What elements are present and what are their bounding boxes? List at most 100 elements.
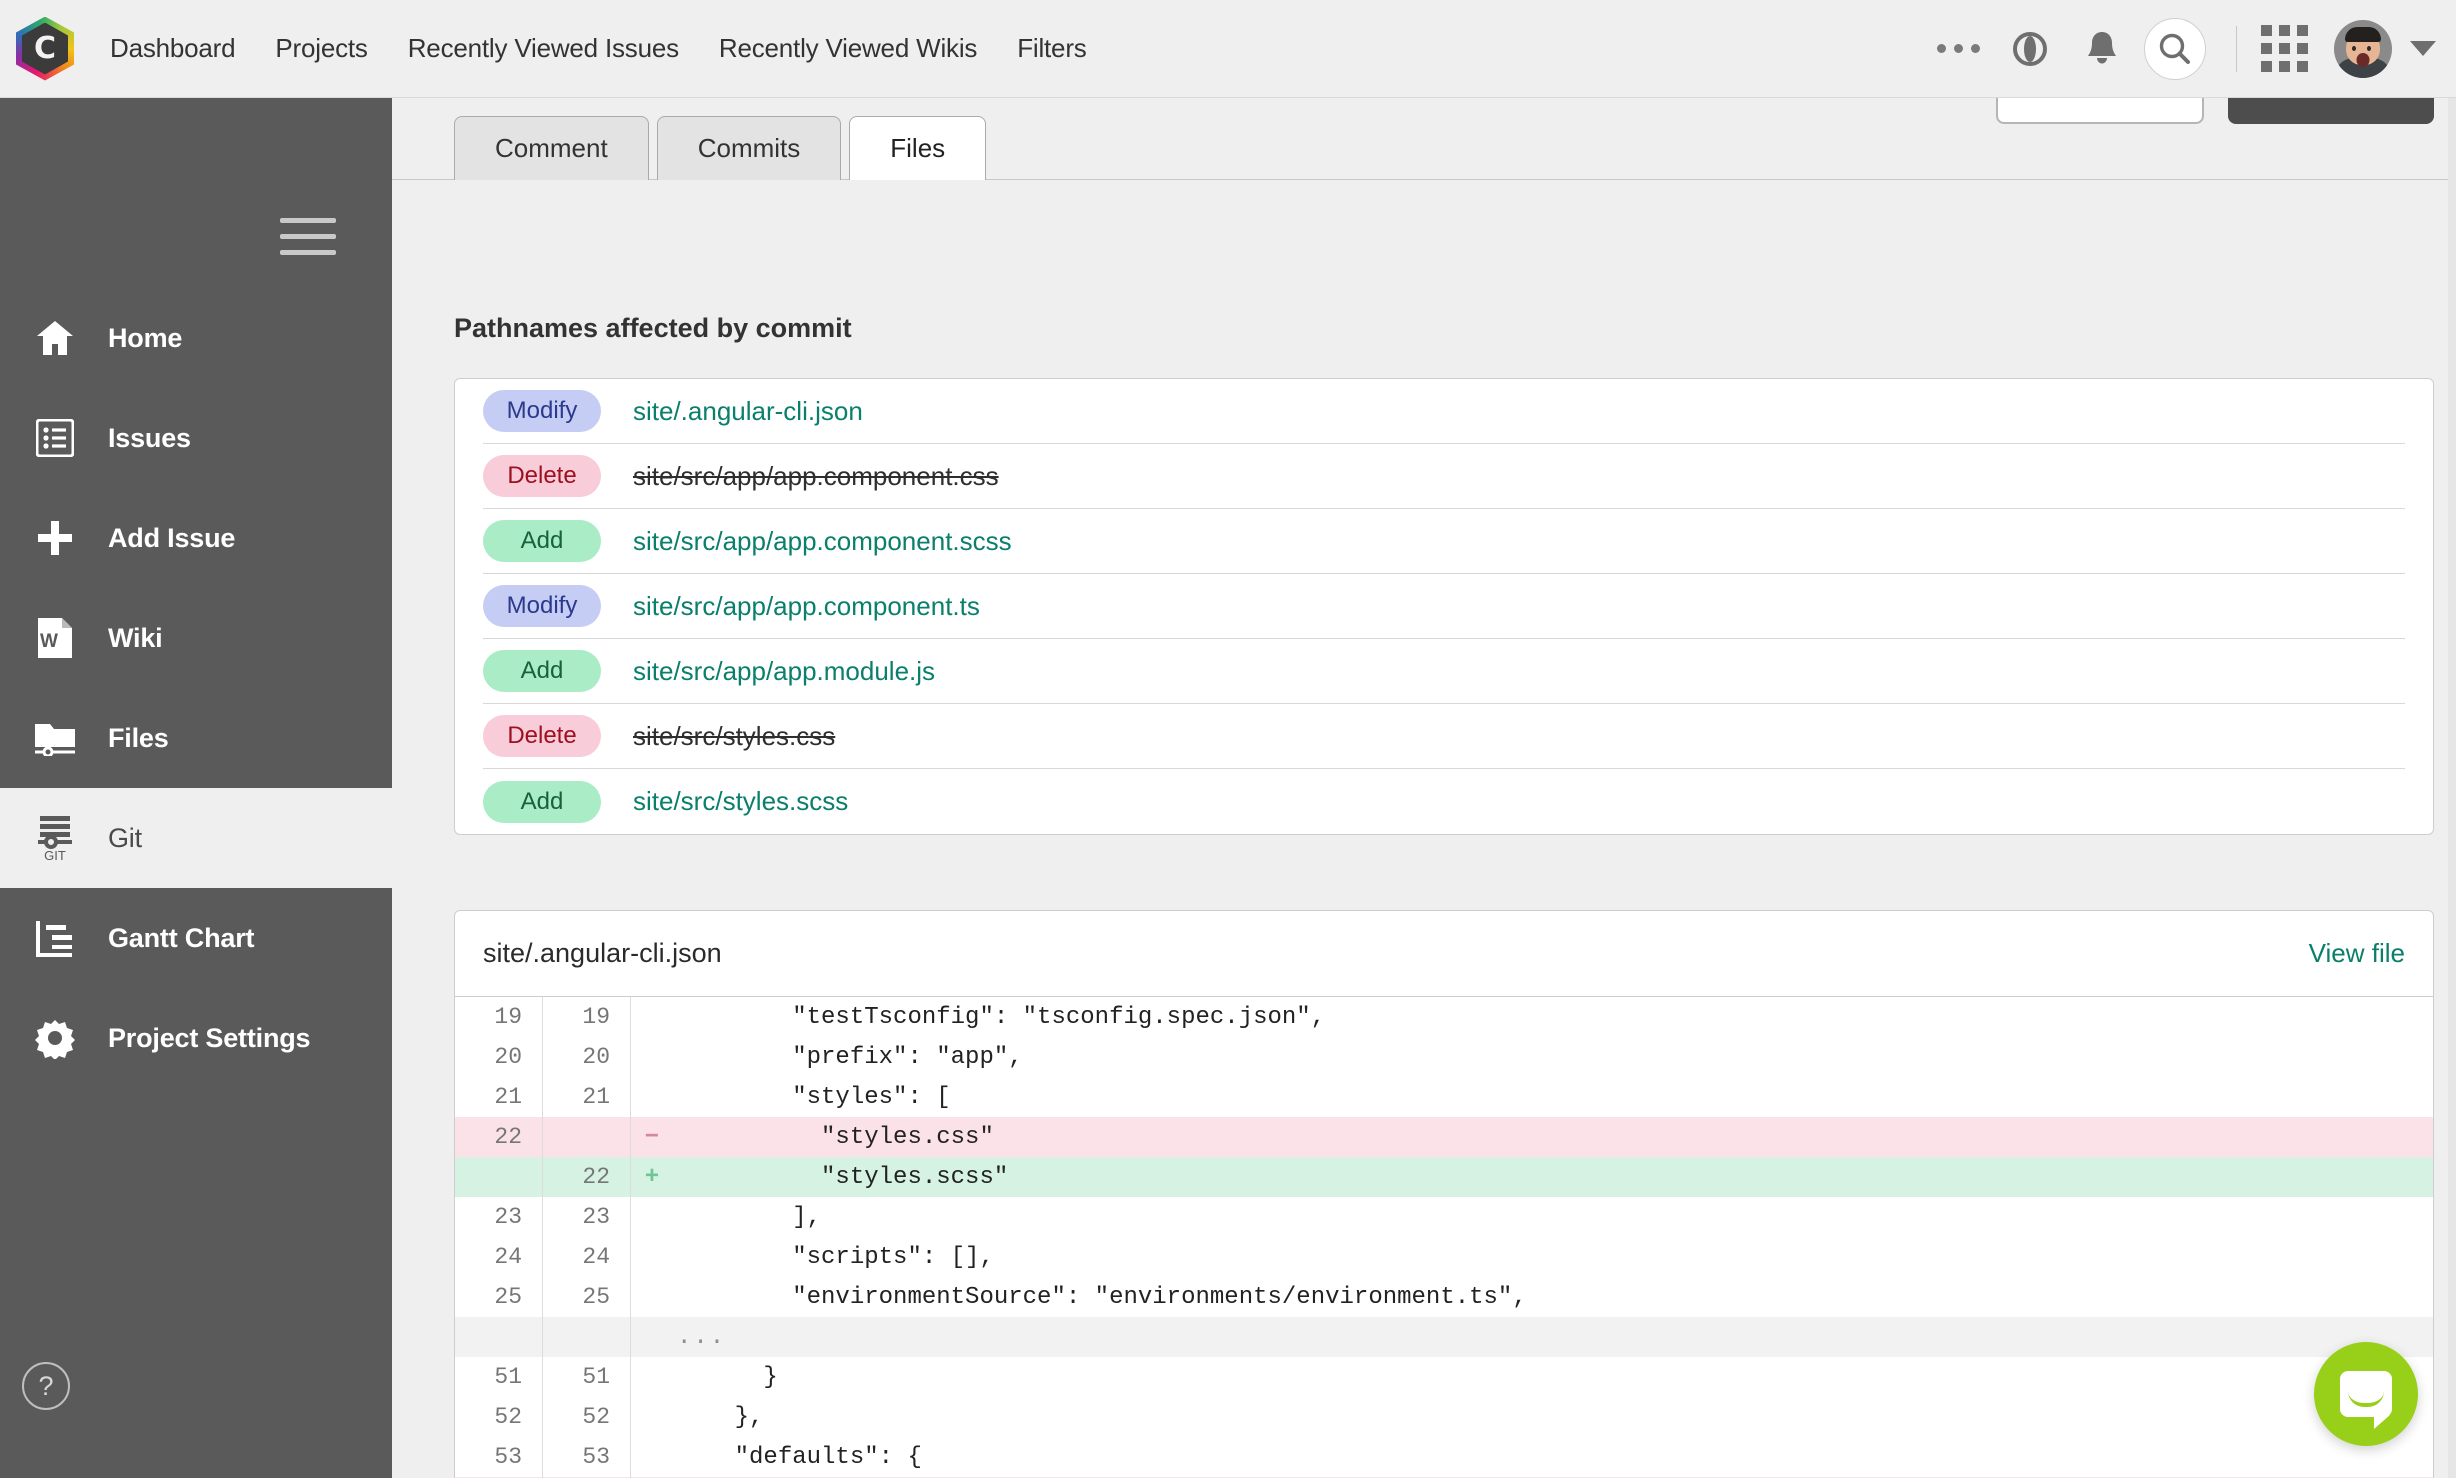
sidebar-item-label: Issues bbox=[108, 423, 191, 454]
wiki-document-icon: W bbox=[22, 618, 88, 658]
tab-comment[interactable]: Comment bbox=[454, 116, 649, 180]
sidebar-item-label: Project Settings bbox=[108, 1023, 310, 1054]
tab-files[interactable]: Files bbox=[849, 116, 986, 180]
diff-new-line-number: 52 bbox=[543, 1397, 631, 1437]
diff-new-line-number bbox=[543, 1317, 631, 1357]
gear-icon bbox=[22, 1017, 88, 1059]
file-path-link[interactable]: site/src/styles.scss bbox=[633, 786, 848, 817]
diff-code-text: "prefix": "app", bbox=[673, 1044, 1023, 1071]
sidebar-item-issues[interactable]: Issues bbox=[0, 388, 392, 488]
avatar[interactable] bbox=[2334, 20, 2392, 78]
search-icon[interactable] bbox=[2144, 18, 2206, 80]
diff-old-line-number: 24 bbox=[455, 1237, 543, 1277]
list-icon bbox=[22, 419, 88, 457]
sidebar-item-label: Wiki bbox=[108, 623, 162, 654]
diff-header: site/.angular-cli.json View file bbox=[455, 911, 2433, 997]
app-logo[interactable]: C bbox=[0, 17, 90, 81]
sidebar-item-files[interactable]: Files bbox=[0, 688, 392, 788]
file-path-link: site/src/styles.css bbox=[633, 721, 835, 752]
diff-new-line-number bbox=[543, 1117, 631, 1157]
diff-old-line-number: 25 bbox=[455, 1277, 543, 1317]
sidebar-item-add-issue[interactable]: Add Issue bbox=[0, 488, 392, 588]
svg-text:W: W bbox=[40, 631, 58, 652]
backlog-hexagon-logo-icon[interactable]: C bbox=[16, 17, 74, 81]
diff-line: 22+ "styles.scss" bbox=[455, 1157, 2433, 1197]
nav-link-filters[interactable]: Filters bbox=[1017, 33, 1086, 64]
diff-line: 1919 "testTsconfig": "tsconfig.spec.json… bbox=[455, 997, 2433, 1037]
diff-code-text: "testTsconfig": "tsconfig.spec.json", bbox=[673, 1004, 1325, 1031]
nav-link-recently-viewed-issues[interactable]: Recently Viewed Issues bbox=[408, 33, 679, 64]
chat-smile bbox=[2348, 1391, 2384, 1407]
table-row[interactable]: Delete site/src/app/app.component.css bbox=[483, 444, 2405, 509]
diff-change-marker: − bbox=[631, 1124, 673, 1151]
file-path-link[interactable]: site/src/app/app.component.scss bbox=[633, 526, 1012, 557]
nav-link-recently-viewed-wikis[interactable]: Recently Viewed Wikis bbox=[719, 33, 977, 64]
nav-link-dashboard[interactable]: Dashboard bbox=[110, 33, 235, 64]
diff-old-line-number: 20 bbox=[455, 1037, 543, 1077]
file-path-link[interactable]: site/.angular-cli.json bbox=[633, 396, 863, 427]
apps-grid-icon[interactable] bbox=[2261, 25, 2308, 72]
table-row[interactable]: Add site/src/app/app.module.js bbox=[483, 639, 2405, 704]
help-button[interactable]: ? bbox=[22, 1362, 70, 1410]
table-row[interactable]: Add site/src/styles.scss bbox=[483, 769, 2405, 834]
table-row[interactable]: Modify site/.angular-cli.json bbox=[483, 379, 2405, 444]
view-file-link[interactable]: View file bbox=[2309, 938, 2405, 969]
header-divider bbox=[2236, 26, 2237, 72]
sidebar-item-wiki[interactable]: W Wiki bbox=[0, 588, 392, 688]
diff-old-line-number: 53 bbox=[455, 1437, 543, 1477]
eye-icon[interactable] bbox=[1994, 13, 2066, 85]
file-path-link[interactable]: site/src/app/app.component.ts bbox=[633, 591, 980, 622]
primary-action-button[interactable] bbox=[2228, 98, 2434, 124]
bell-icon[interactable] bbox=[2066, 13, 2138, 85]
chat-bubble-icon[interactable] bbox=[2314, 1342, 2418, 1446]
diff-line: 2424 "scripts": [], bbox=[455, 1237, 2433, 1277]
hamburger-icon[interactable] bbox=[280, 218, 336, 266]
avatar-eye-right bbox=[2367, 46, 2371, 51]
status-badge: Delete bbox=[483, 715, 601, 757]
sidebar-item-label: Files bbox=[108, 723, 169, 754]
diff-line: 5252 }, bbox=[455, 1397, 2433, 1437]
file-path-link[interactable]: site/src/app/app.module.js bbox=[633, 656, 935, 687]
diff-old-line-number: 22 bbox=[455, 1117, 543, 1157]
chevron-down-icon[interactable] bbox=[2410, 41, 2436, 56]
main-content: Comment Commits Files Pathnames affected… bbox=[392, 98, 2456, 1478]
diff-code-text: "scripts": [], bbox=[673, 1244, 994, 1271]
diff-code-text: }, bbox=[673, 1404, 763, 1431]
diff-old-line-number: 23 bbox=[455, 1197, 543, 1237]
diff-file-name: site/.angular-cli.json bbox=[483, 938, 722, 969]
vertical-scrollbar[interactable] bbox=[2448, 98, 2456, 1478]
diff-line: 22− "styles.css" bbox=[455, 1117, 2433, 1157]
folder-icon bbox=[22, 720, 88, 756]
sidebar-item-home[interactable]: Home bbox=[0, 288, 392, 388]
table-row[interactable]: Add site/src/app/app.component.scss bbox=[483, 509, 2405, 574]
sidebar-item-label: Home bbox=[108, 323, 182, 354]
diff-code-text: "defaults": { bbox=[673, 1444, 922, 1471]
file-path-link: site/src/app/app.component.css bbox=[633, 461, 999, 492]
tab-commits[interactable]: Commits bbox=[657, 116, 842, 180]
page-title: Pathnames affected by commit bbox=[454, 313, 852, 344]
home-icon bbox=[22, 319, 88, 357]
diff-new-line-number: 23 bbox=[543, 1197, 631, 1237]
diff-new-line-number: 51 bbox=[543, 1357, 631, 1397]
diff-old-line-number bbox=[455, 1157, 543, 1197]
diff-new-line-number: 19 bbox=[543, 997, 631, 1037]
plus-icon bbox=[22, 518, 88, 558]
diff-line: 2121 "styles": [ bbox=[455, 1077, 2433, 1117]
more-dots-icon[interactable] bbox=[1922, 13, 1994, 85]
table-row[interactable]: Delete site/src/styles.css bbox=[483, 704, 2405, 769]
diff-old-line-number bbox=[455, 1317, 543, 1357]
nav-link-projects[interactable]: Projects bbox=[275, 33, 367, 64]
sidebar-item-git[interactable]: GIT Git bbox=[0, 788, 392, 888]
diff-code-text: "styles": [ bbox=[673, 1084, 951, 1111]
header-actions bbox=[1922, 13, 2456, 85]
status-badge: Add bbox=[483, 781, 601, 823]
sidebar-item-gantt-chart[interactable]: Gantt Chart bbox=[0, 888, 392, 988]
avatar-hair bbox=[2345, 27, 2381, 42]
table-row[interactable]: Modify site/src/app/app.component.ts bbox=[483, 574, 2405, 639]
diff-line: 2525 "environmentSource": "environments/… bbox=[455, 1277, 2433, 1317]
sidebar-item-project-settings[interactable]: Project Settings bbox=[0, 988, 392, 1088]
secondary-action-button[interactable] bbox=[1996, 98, 2204, 124]
status-badge: Delete bbox=[483, 455, 601, 497]
content-tabs: Comment Commits Files bbox=[454, 116, 994, 180]
global-nav-links: Dashboard Projects Recently Viewed Issue… bbox=[110, 33, 1087, 64]
